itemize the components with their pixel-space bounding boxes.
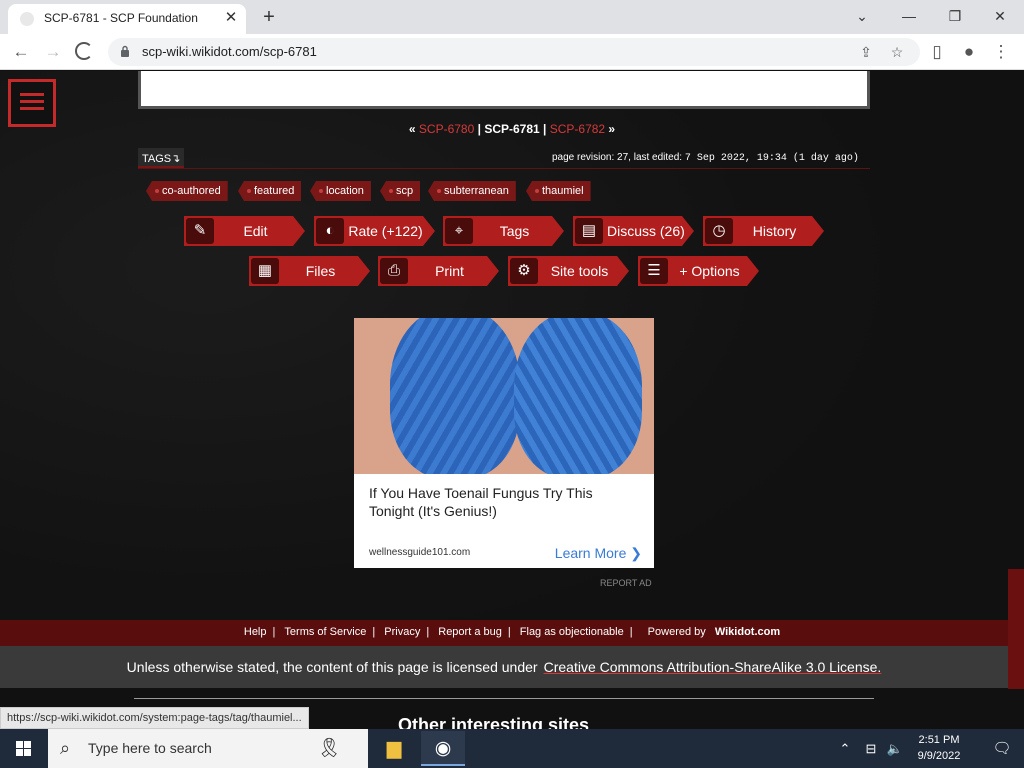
edit-button[interactable]: ✎ Edit: [184, 216, 305, 246]
profile-avatar-icon[interactable]: ●: [956, 40, 982, 64]
print-button[interactable]: ⎙ Print: [378, 256, 499, 286]
files-icon: ▦: [251, 258, 279, 284]
chrome-icon[interactable]: ◉: [421, 731, 465, 766]
search-placeholder: Type here to search: [88, 740, 212, 756]
files-button[interactable]: ▦ Files: [249, 256, 370, 286]
rate-button[interactable]: ◐ Rate (+122): [314, 216, 435, 246]
network-icon[interactable]: ⊟: [860, 731, 882, 766]
browser-toolbar: ← → scp-wiki.wikidot.com/scp-6781 ⇪ ☆ ▯ …: [0, 34, 1024, 70]
minimize-icon[interactable]: —: [889, 4, 929, 28]
file-explorer-icon[interactable]: ▆: [372, 731, 416, 766]
gear-icon: ⚙: [510, 258, 538, 284]
back-arrow-icon[interactable]: ←: [8, 40, 34, 64]
search-icon: ⌕: [60, 738, 71, 758]
browser-tab-strip: SCP-6781 - SCP Foundation ✕ + ⌄ — ❐ ✕: [0, 0, 1024, 34]
tab-search-chevron-icon[interactable]: ⌄: [842, 4, 882, 28]
content-box-bottom: [138, 71, 870, 109]
clock-date: 9/9/2022: [917, 750, 961, 762]
tags-toggle[interactable]: TAGS↴: [138, 148, 185, 168]
ad-domain: wellnessguide101.com: [369, 547, 471, 558]
side-decoration: [1008, 569, 1024, 689]
tags-label: TAGS: [142, 153, 172, 165]
footer-flag-link[interactable]: Flag as objectionable: [514, 626, 630, 638]
system-clock[interactable]: 2:51 PM 9/9/2022: [906, 732, 972, 764]
learn-more-link[interactable]: Learn More ❯: [555, 545, 642, 562]
license-link[interactable]: Creative Commons Attribution-ShareAlike …: [544, 659, 882, 675]
pencil-icon: ✎: [186, 218, 214, 244]
rating-dial-icon: ◐: [316, 218, 344, 244]
current-scp: SCP-6781: [484, 122, 540, 136]
history-button[interactable]: ◷ History: [703, 216, 824, 246]
discussion-icon: ▤: [575, 218, 603, 244]
footer-privacy-link[interactable]: Privacy: [378, 626, 426, 638]
powered-by-text: Powered by Wikidot.com: [647, 626, 781, 638]
footer-help-link[interactable]: Help: [238, 626, 273, 638]
status-bar-url: https://scp-wiki.wikidot.com/system:page…: [0, 707, 309, 729]
tag-featured[interactable]: featured: [238, 181, 302, 201]
options-button[interactable]: ☰ + Options: [638, 256, 759, 286]
address-bar[interactable]: scp-wiki.wikidot.com/scp-6781 ⇪ ☆: [108, 38, 920, 66]
windows-start-icon[interactable]: [0, 729, 48, 768]
show-hidden-icons-chevron-icon[interactable]: ⌃: [834, 731, 856, 766]
divider: [138, 168, 870, 169]
tag-icon: ⌖: [445, 218, 473, 244]
tag-subterranean[interactable]: subterranean: [428, 181, 516, 201]
scp-series-nav: « SCP-6780 | SCP-6781 | SCP-6782 »: [408, 122, 616, 136]
volume-icon[interactable]: 🔈: [884, 731, 906, 766]
loading-spinner-icon[interactable]: [75, 42, 93, 60]
arrow-down-icon: ↴: [171, 153, 181, 165]
advertisement[interactable]: If You Have Toenail Fungus Try This Toni…: [354, 318, 654, 568]
tags-button[interactable]: ⌖ Tags: [443, 216, 564, 246]
page-content: « SCP-6780 | SCP-6781 | SCP-6782 » TAGS↴…: [0, 71, 1024, 729]
page-revision-info: page revision: 27, last edited: 7 Sep 20…: [552, 152, 859, 164]
license-text: Unless otherwise stated, the content of …: [126, 659, 538, 675]
side-panel-icon[interactable]: ▯: [924, 40, 950, 64]
windows-taskbar: ⌕ Type here to search 🎗 ▆ ◉ ⌃ ⊟ 🔈 2:51 P…: [0, 729, 1024, 768]
tag-scp[interactable]: scp: [380, 181, 421, 201]
browser-menu-icon[interactable]: ⋮: [988, 40, 1014, 64]
url-text: scp-wiki.wikidot.com/scp-6781: [142, 44, 317, 59]
wikidot-link[interactable]: Wikidot.com: [715, 626, 780, 638]
discuss-button[interactable]: ▤ Discuss (26): [573, 216, 694, 246]
revision-text: page revision: 27, last edited:: [552, 152, 683, 163]
footer-links: Help | Terms of Service | Privacy | Report …: [0, 620, 1024, 646]
close-tab-icon[interactable]: ✕: [222, 9, 240, 27]
next-scp-link[interactable]: SCP-6782: [550, 122, 605, 136]
forward-arrow-icon[interactable]: →: [40, 40, 66, 64]
prev-scp-link[interactable]: SCP-6780: [419, 122, 474, 136]
site-tools-button[interactable]: ⚙ Site tools: [508, 256, 629, 286]
share-icon[interactable]: ⇪: [856, 42, 876, 62]
lock-icon: [121, 45, 129, 57]
footer-report-bug-link[interactable]: Report a bug: [432, 626, 508, 638]
browser-tab[interactable]: SCP-6781 - SCP Foundation ✕: [8, 4, 246, 34]
bookmark-star-icon[interactable]: ☆: [887, 42, 907, 62]
new-tab-icon[interactable]: +: [258, 6, 280, 28]
hamburger-menu-button[interactable]: [8, 79, 56, 127]
tab-title: SCP-6781 - SCP Foundation: [44, 11, 198, 25]
other-sites-heading: Other interesting sites: [398, 715, 590, 729]
tag-co-authored[interactable]: co-authored: [146, 181, 228, 201]
ad-headline[interactable]: If You Have Toenail Fungus Try This Toni…: [369, 484, 639, 520]
ribbon-icon: 🎗: [316, 738, 342, 759]
close-window-icon[interactable]: ✕: [980, 4, 1020, 28]
tag-thaumiel[interactable]: thaumiel: [526, 181, 591, 201]
clock-time: 2:51 PM: [918, 734, 960, 746]
printer-icon: ⎙: [380, 258, 408, 284]
license-bar: Unless otherwise stated, the content of …: [0, 646, 1008, 688]
sliders-icon: ☰: [640, 258, 668, 284]
ad-image[interactable]: [354, 318, 654, 474]
restore-icon[interactable]: ❐: [935, 4, 975, 28]
report-ad-link[interactable]: REPORT AD: [600, 578, 652, 588]
footer-terms-link[interactable]: Terms of Service: [278, 626, 372, 638]
tag-location[interactable]: location: [310, 181, 371, 201]
revision-date: 7 Sep 2022, 19:34 (1 day ago): [684, 153, 859, 164]
clock-icon: ◷: [705, 218, 733, 244]
site-favicon-icon: [20, 12, 34, 26]
chevron-right-icon: ❯: [630, 545, 642, 561]
notifications-icon[interactable]: 🗨: [980, 731, 1024, 766]
divider: [134, 698, 874, 699]
